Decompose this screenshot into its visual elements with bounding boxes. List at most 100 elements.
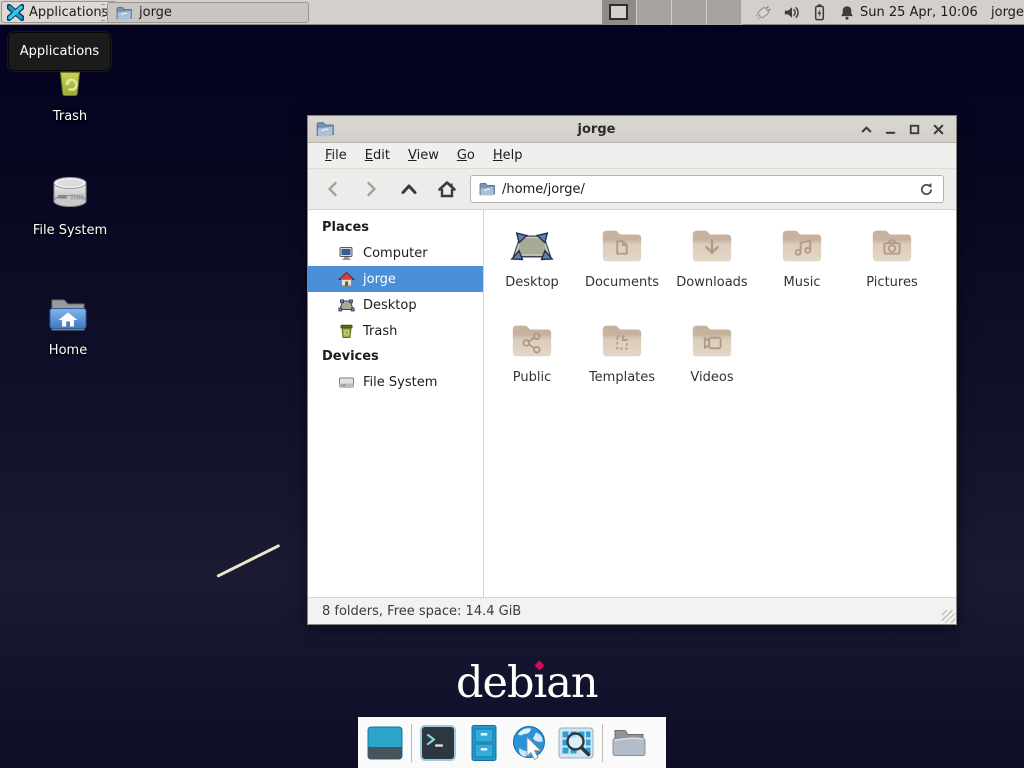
taskbar-window-button[interactable]: jorge xyxy=(107,2,309,23)
sidebar-header-places: Places xyxy=(308,215,483,240)
dock-separator xyxy=(602,724,603,762)
back-button[interactable] xyxy=(318,175,348,203)
application-finder-launcher[interactable] xyxy=(553,721,599,765)
computer-icon xyxy=(338,245,355,262)
menu-view[interactable]: View xyxy=(399,144,448,167)
minimize-button[interactable] xyxy=(883,122,898,137)
menu-help[interactable]: Help xyxy=(484,144,532,167)
folder-icon xyxy=(479,181,495,197)
folder-icon xyxy=(316,120,334,138)
workspace-3[interactable] xyxy=(672,0,707,25)
folder-launcher[interactable] xyxy=(606,721,652,765)
logo-i-red-dot: ı xyxy=(534,658,547,708)
desktop-icon-home[interactable]: Home xyxy=(18,290,118,358)
file-manager-window: jorge File Edit View Go Help /home/jorge… xyxy=(307,115,957,625)
file-item-label: Videos xyxy=(690,370,733,385)
applications-tooltip: Applications xyxy=(8,32,111,71)
menu-file[interactable]: File xyxy=(316,144,356,167)
file-view[interactable]: Desktop Documents Downloads Music xyxy=(484,210,956,597)
panel-username[interactable]: jorge xyxy=(991,0,1024,25)
sidebar-item-label: Trash xyxy=(363,324,397,339)
documents-folder-icon xyxy=(597,224,647,270)
file-item-templates[interactable]: Templates xyxy=(577,315,667,410)
sidebar-item-label: Computer xyxy=(363,246,428,261)
sidebar-item-desktop[interactable]: Desktop xyxy=(308,292,483,318)
back-icon xyxy=(323,179,343,199)
file-item-label: Templates xyxy=(589,370,655,385)
desktop-icon-label: File System xyxy=(33,223,107,238)
debian-logo: debıan xyxy=(456,658,598,708)
files-grid: Desktop Documents Downloads Music xyxy=(487,220,937,410)
file-manager-launcher[interactable] xyxy=(461,721,507,765)
drive-icon xyxy=(338,374,355,391)
notifications-bell-icon[interactable] xyxy=(838,4,856,22)
sidebar-header-devices: Devices xyxy=(308,344,483,369)
show-desktop-button[interactable] xyxy=(362,721,408,765)
location-bar[interactable]: /home/jorge/ xyxy=(470,175,944,203)
resize-grip[interactable] xyxy=(942,610,955,623)
pictures-folder-icon xyxy=(867,224,917,270)
window-title: jorge xyxy=(334,122,859,137)
desktop-icon xyxy=(338,297,355,314)
file-item-label: Pictures xyxy=(866,275,917,290)
folder-icon xyxy=(609,723,649,763)
logo-text: deb xyxy=(456,658,534,708)
sidebar-item-file-system[interactable]: File System xyxy=(308,369,483,395)
reload-icon[interactable] xyxy=(918,181,935,198)
home-folder-icon xyxy=(44,290,92,338)
menu-edit[interactable]: Edit xyxy=(356,144,399,167)
file-item-music[interactable]: Music xyxy=(757,220,847,315)
unplug-icon[interactable] xyxy=(752,2,773,23)
window-controls xyxy=(859,122,946,137)
taskbar-window-label: jorge xyxy=(139,5,172,20)
battery-icon[interactable] xyxy=(810,3,829,22)
desktop-line-artifact xyxy=(216,544,280,578)
sidebar-item-label: File System xyxy=(363,375,437,390)
file-item-videos[interactable]: Videos xyxy=(667,315,757,410)
home-icon xyxy=(437,179,457,199)
maximize-button[interactable] xyxy=(907,122,922,137)
desktop-folder-icon xyxy=(507,224,557,270)
applications-menu-label: Applications xyxy=(29,5,108,20)
file-item-documents[interactable]: Documents xyxy=(577,220,667,315)
folder-icon xyxy=(116,5,132,21)
sidebar-item-computer[interactable]: Computer xyxy=(308,240,483,266)
location-path[interactable]: /home/jorge/ xyxy=(502,182,911,197)
sidebar: Places Computer jorge Desktop Trash xyxy=(308,210,484,597)
volume-icon[interactable] xyxy=(782,3,801,22)
window-titlebar[interactable]: jorge xyxy=(308,116,956,143)
shade-button[interactable] xyxy=(859,122,874,137)
terminal-launcher[interactable] xyxy=(415,721,461,765)
desktop-icon-label: Trash xyxy=(53,109,87,124)
trash-icon xyxy=(338,323,355,340)
file-item-downloads[interactable]: Downloads xyxy=(667,220,757,315)
up-button[interactable] xyxy=(394,175,424,203)
downloads-folder-icon xyxy=(687,224,737,270)
workspace-pager xyxy=(602,0,742,25)
xfce-logo-icon xyxy=(7,4,24,21)
sidebar-item-label: Desktop xyxy=(363,298,417,313)
file-item-desktop[interactable]: Desktop xyxy=(487,220,577,315)
file-item-pictures[interactable]: Pictures xyxy=(847,220,937,315)
home-button[interactable] xyxy=(432,175,462,203)
show-desktop-icon xyxy=(365,723,405,763)
workspace-2[interactable] xyxy=(637,0,672,25)
menu-go[interactable]: Go xyxy=(448,144,484,167)
desktop-icon-file-system[interactable]: File System xyxy=(20,170,120,238)
public-folder-icon xyxy=(507,319,557,365)
harddrive-icon xyxy=(46,170,94,218)
videos-folder-icon xyxy=(687,319,737,365)
applications-menu-button[interactable]: Applications xyxy=(1,1,117,23)
sidebar-item-jorge[interactable]: jorge xyxy=(308,266,483,292)
menu-bar: File Edit View Go Help xyxy=(308,143,956,169)
home-icon xyxy=(338,271,355,288)
file-item-label: Public xyxy=(513,370,551,385)
forward-button[interactable] xyxy=(356,175,386,203)
close-button[interactable] xyxy=(931,122,946,137)
workspace-4[interactable] xyxy=(707,0,742,25)
web-browser-launcher[interactable] xyxy=(507,721,553,765)
file-item-public[interactable]: Public xyxy=(487,315,577,410)
workspace-1[interactable] xyxy=(602,0,637,25)
panel-clock[interactable]: Sun 25 Apr, 10:06 xyxy=(860,0,978,25)
sidebar-item-trash[interactable]: Trash xyxy=(308,318,483,344)
